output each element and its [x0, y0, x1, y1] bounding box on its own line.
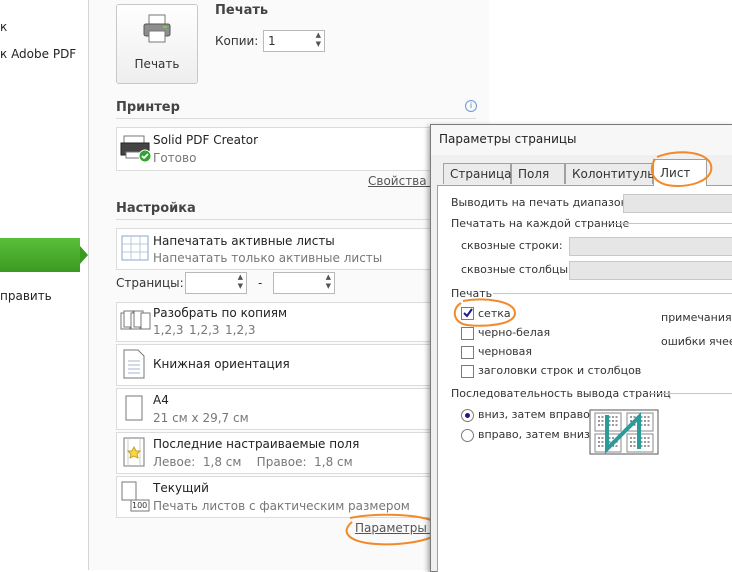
paper-page-icon — [125, 395, 143, 421]
headings-checkbox[interactable] — [461, 365, 474, 378]
sheet-grid-icon — [121, 235, 149, 261]
rows-repeat-label: сквозные строки: — [461, 239, 563, 252]
paper-size-sub: 21 см x 29,7 см — [153, 411, 249, 425]
print-section-title: Печать — [215, 3, 269, 18]
print-area-label: Выводить на печать диапазон: — [451, 196, 632, 209]
group-line — [649, 393, 732, 394]
copies-value: 1 — [268, 34, 276, 48]
printer-name: Solid PDF Creator — [153, 133, 259, 147]
backstage-item[interactable]: к — [0, 20, 7, 34]
bw-checkbox[interactable] — [461, 327, 474, 340]
draft-label: черновая — [478, 345, 533, 358]
info-icon[interactable]: i — [465, 100, 477, 112]
collate-sub-3: 1,2,3 — [225, 323, 256, 337]
collate-dropdown[interactable]: Разобрать по копиям 1,2,3 1,2,3 1,2,3 — [116, 302, 438, 342]
printer-icon — [143, 14, 171, 43]
bw-label: черно-белая — [478, 326, 551, 339]
paper-size-title: A4 — [153, 393, 169, 407]
pages-dash: - — [258, 276, 263, 290]
copies-stepper[interactable]: 1 ▲ ▼ — [263, 30, 325, 52]
margins-sub: Левое: 1,8 см Правое: 1,8 см — [153, 455, 353, 469]
margins-dropdown[interactable]: Последние настраиваемые поля Левое: 1,8 … — [116, 432, 438, 474]
spin-arrows-icon[interactable]: ▲ ▼ — [326, 273, 331, 291]
headings-label: заголовки строк и столбцов — [478, 364, 642, 377]
settings-section-title: Настройка — [116, 201, 196, 216]
collate-title: Разобрать по копиям — [153, 306, 288, 320]
print-what-sub: Напечатать только активные листы — [153, 251, 383, 265]
backstage-nav: к к Adobe PDF править — [0, 0, 89, 570]
collate-sub-2: 1,2,3 — [189, 323, 220, 337]
tab-page[interactable]: Страница — [443, 163, 512, 184]
margins-star-icon — [123, 437, 145, 467]
print-what-dropdown[interactable]: Напечатать активные листы Напечатать тол… — [116, 228, 438, 270]
orientation-dropdown[interactable]: Книжная ориентация — [116, 344, 438, 386]
cols-repeat-field[interactable] — [569, 261, 732, 280]
printer-dropdown[interactable]: Solid PDF Creator Готово — [116, 127, 438, 171]
portrait-page-icon — [123, 349, 145, 379]
collate-icon — [120, 310, 151, 330]
order-down-label: вниз, затем вправо — [478, 408, 590, 421]
backstage-item-send[interactable]: править — [0, 289, 52, 303]
print-button-label: Печать — [134, 57, 180, 71]
comments-label: примечания: — [661, 311, 732, 324]
page-order-group: Последовательность вывода страниц — [451, 387, 671, 400]
group-line — [493, 293, 732, 294]
annotation-circle-tab — [650, 151, 713, 187]
collate-sub-1: 1,2,3 — [153, 323, 184, 337]
margins-title: Последние настраиваемые поля — [153, 437, 360, 451]
pages-to-stepper[interactable]: ▲ ▼ — [273, 272, 335, 294]
print-button[interactable]: Печать — [116, 4, 198, 84]
pages-label: Страницы: — [116, 276, 184, 290]
group-line — [607, 223, 732, 224]
printer-status: Готово — [153, 151, 197, 165]
spin-arrows-icon[interactable]: ▲ ▼ — [238, 273, 243, 291]
order-over-radio[interactable] — [461, 429, 474, 442]
printer-properties-link[interactable]: Свойства п — [368, 174, 438, 188]
backstage-item-adobe-pdf[interactable]: к Adobe PDF — [0, 47, 76, 61]
errors-label: ошибки ячеек — [661, 335, 732, 348]
divider — [116, 118, 476, 119]
printer-section-title: Принтер — [116, 100, 180, 115]
print-titles-group: Печатать на каждой странице — [451, 217, 630, 230]
scaling-title: Текущий — [153, 481, 209, 495]
page-order-preview-icon — [589, 409, 659, 455]
backstage-item-print-active[interactable] — [0, 238, 80, 272]
order-over-label: вправо, затем вниз — [478, 428, 590, 441]
tab-header-footer[interactable]: Колонтитулы — [565, 163, 657, 184]
print-what-title: Напечатать активные листы — [153, 234, 335, 248]
dialog-title: Параметры страницы — [439, 132, 577, 146]
cols-repeat-label: сквозные столбцы: — [461, 263, 572, 276]
rows-repeat-field[interactable] — [569, 237, 732, 256]
copies-label: Копии: — [215, 34, 259, 48]
tab-margins[interactable]: Поля — [511, 163, 565, 184]
draft-checkbox[interactable] — [461, 346, 474, 359]
printer-device-icon — [120, 135, 152, 163]
spin-arrows-icon[interactable]: ▲ ▼ — [316, 31, 321, 49]
divider — [116, 219, 476, 220]
orientation-label: Книжная ориентация — [153, 357, 290, 371]
active-arrow-icon — [80, 246, 88, 264]
print-area-field[interactable] — [623, 194, 732, 213]
page-setup-dialog: Параметры страницы Страница Поля Колонти… — [430, 124, 732, 572]
scaling-icon-text: 100 — [132, 501, 148, 510]
pages-from-stepper[interactable]: ▲ ▼ — [185, 272, 247, 294]
paper-size-dropdown[interactable]: A4 21 см x 29,7 см — [116, 388, 438, 430]
annotation-circle-gridlines — [453, 298, 517, 327]
order-down-radio[interactable] — [461, 409, 474, 422]
radio-dot — [465, 413, 470, 418]
